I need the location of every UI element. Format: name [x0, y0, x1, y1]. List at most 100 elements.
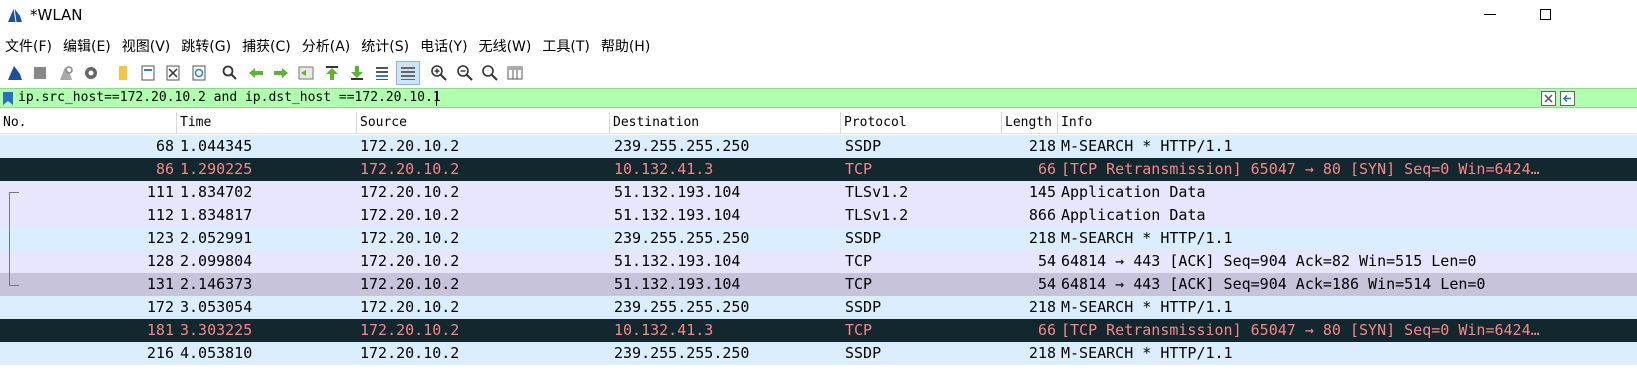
packet-row[interactable]: 111 1.834702 172.20.10.2 51.132.193.104 … [0, 181, 1637, 204]
cell-source: 172.20.10.2 [360, 275, 460, 293]
close-file-icon[interactable] [161, 61, 185, 85]
column-info[interactable]: Info [1058, 112, 1637, 134]
cell-destination: 239.255.255.250 [614, 298, 750, 316]
cell-time: 3.303225 [180, 321, 253, 339]
related-packets-bracket [9, 192, 19, 286]
column-source[interactable]: Source [357, 112, 610, 134]
column-length[interactable]: Length [1002, 112, 1058, 134]
display-filter-bar [0, 88, 1637, 108]
packet-row[interactable]: 181 3.303225 172.20.10.2 10.132.41.3 TCP… [0, 319, 1637, 342]
menu-tools[interactable]: 工具(T) [537, 36, 595, 58]
cell-source: 172.20.10.2 [360, 229, 460, 247]
last-packet-icon[interactable] [345, 61, 369, 85]
zoom-in-icon[interactable] [427, 61, 451, 85]
cell-info: M-SEARCH * HTTP/1.1 [1061, 229, 1233, 247]
stop-icon[interactable] [28, 61, 52, 85]
related-packets-bracket-bottom [9, 285, 19, 286]
packet-row[interactable]: 86 1.290225 172.20.10.2 10.132.41.3 TCP … [0, 158, 1637, 181]
cell-no: 131 [146, 275, 174, 293]
menu-file[interactable]: 文件(F) [0, 36, 58, 58]
packet-row[interactable]: 216 4.053810 172.20.10.2 239.255.255.250… [0, 342, 1637, 365]
cell-length: 866 [1028, 206, 1056, 224]
open-folder-icon[interactable] [111, 61, 135, 85]
packet-row[interactable]: 172 3.053054 172.20.10.2 239.255.255.250… [0, 296, 1637, 319]
main-toolbar [0, 60, 1637, 86]
menu-go[interactable]: 跳转(G) [176, 36, 237, 58]
cell-source: 172.20.10.2 [360, 206, 460, 224]
packet-row[interactable]: 131 2.146373 172.20.10.2 51.132.193.104 … [0, 273, 1637, 296]
colorize-icon[interactable] [395, 61, 420, 85]
cell-no: 181 [146, 321, 174, 339]
save-file-icon[interactable] [136, 61, 160, 85]
go-back-icon[interactable] [244, 61, 268, 85]
menu-telephony[interactable]: 电话(Y) [415, 36, 473, 58]
packet-row[interactable]: 68 1.044345 172.20.10.2 239.255.255.250 … [0, 135, 1637, 158]
menu-wireless[interactable]: 无线(W) [474, 36, 538, 58]
packet-row[interactable]: 128 2.099804 172.20.10.2 51.132.193.104 … [0, 250, 1637, 273]
go-forward-icon[interactable] [269, 61, 293, 85]
maximize-button[interactable] [1540, 9, 1551, 20]
cell-info: [TCP Retransmission] 65047 → 80 [SYN] Se… [1061, 321, 1540, 339]
cell-no: 68 [155, 137, 174, 155]
resize-columns-icon[interactable] [503, 61, 527, 85]
menu-help[interactable]: 帮助(H) [596, 36, 656, 58]
cell-info: M-SEARCH * HTTP/1.1 [1061, 344, 1233, 362]
cell-source: 172.20.10.2 [360, 252, 460, 270]
autoscroll-icon[interactable] [370, 61, 394, 85]
menu-statistics[interactable]: 统计(S) [356, 36, 415, 58]
cell-protocol: TLSv1.2 [845, 206, 909, 224]
cell-no: 172 [146, 298, 174, 316]
window-title: *WLAN [30, 6, 83, 24]
packet-row[interactable]: 112 1.834817 172.20.10.2 51.132.193.104 … [0, 204, 1637, 227]
packet-row[interactable]: 123 2.052991 172.20.10.2 239.255.255.250… [0, 227, 1637, 250]
bookmark-icon[interactable] [2, 91, 14, 106]
cell-info: [TCP Retransmission] 65047 → 80 [SYN] Se… [1061, 160, 1540, 178]
cell-time: 1.290225 [180, 160, 253, 178]
normal-size-icon[interactable] [478, 61, 502, 85]
cell-destination: 239.255.255.250 [614, 137, 750, 155]
options-gear-icon[interactable] [79, 61, 103, 85]
cell-time: 1.044345 [180, 137, 253, 155]
cell-info: Application Data [1061, 183, 1206, 201]
cell-protocol: TCP [845, 275, 873, 293]
column-time[interactable]: Time [177, 112, 357, 134]
clear-filter-button[interactable] [1541, 91, 1556, 106]
cell-protocol: TLSv1.2 [845, 183, 909, 201]
menu-view[interactable]: 视图(V) [117, 36, 177, 58]
close-icon [1544, 94, 1553, 103]
column-protocol[interactable]: Protocol [841, 112, 1002, 134]
menu-analyze[interactable]: 分析(A) [297, 36, 357, 58]
text-caret [436, 92, 437, 106]
menu-capture[interactable]: 捕获(C) [237, 36, 297, 58]
cell-length: 218 [1028, 137, 1056, 155]
display-filter-input[interactable] [18, 89, 1518, 107]
cell-info: M-SEARCH * HTTP/1.1 [1061, 298, 1233, 316]
menu-bar: 文件(F) 编辑(E) 视图(V) 跳转(G) 捕获(C) 分析(A) 统计(S… [0, 36, 1637, 58]
cell-length: 218 [1028, 298, 1056, 316]
cell-source: 172.20.10.2 [360, 183, 460, 201]
apply-filter-button[interactable] [1560, 91, 1575, 106]
go-to-packet-icon[interactable] [294, 61, 318, 85]
menu-edit[interactable]: 编辑(E) [58, 36, 117, 58]
cell-time: 1.834817 [180, 206, 253, 224]
cell-destination: 239.255.255.250 [614, 344, 750, 362]
cell-no: 111 [146, 183, 174, 201]
restart-icon[interactable] [54, 61, 78, 85]
cell-no: 123 [146, 229, 174, 247]
cell-protocol: TCP [845, 321, 873, 339]
cell-info: 64814 → 443 [ACK] Seq=904 Ack=186 Win=51… [1061, 275, 1486, 293]
cell-destination: 51.132.193.104 [614, 183, 741, 201]
packet-list-header: No. Time Source Destination Protocol Len… [0, 112, 1637, 134]
zoom-out-icon[interactable] [453, 61, 477, 85]
cell-info: M-SEARCH * HTTP/1.1 [1061, 137, 1233, 155]
cell-destination: 10.132.41.3 [614, 321, 714, 339]
find-magnifier-icon[interactable] [218, 61, 242, 85]
column-destination[interactable]: Destination [610, 112, 841, 134]
shark-fin-start-icon[interactable] [3, 61, 27, 85]
column-no[interactable]: No. [0, 112, 177, 134]
first-packet-icon[interactable] [320, 61, 344, 85]
reload-icon[interactable] [187, 61, 211, 85]
cell-length: 54 [1037, 252, 1056, 270]
minimize-button[interactable] [1484, 14, 1496, 15]
cell-destination: 51.132.193.104 [614, 252, 741, 270]
